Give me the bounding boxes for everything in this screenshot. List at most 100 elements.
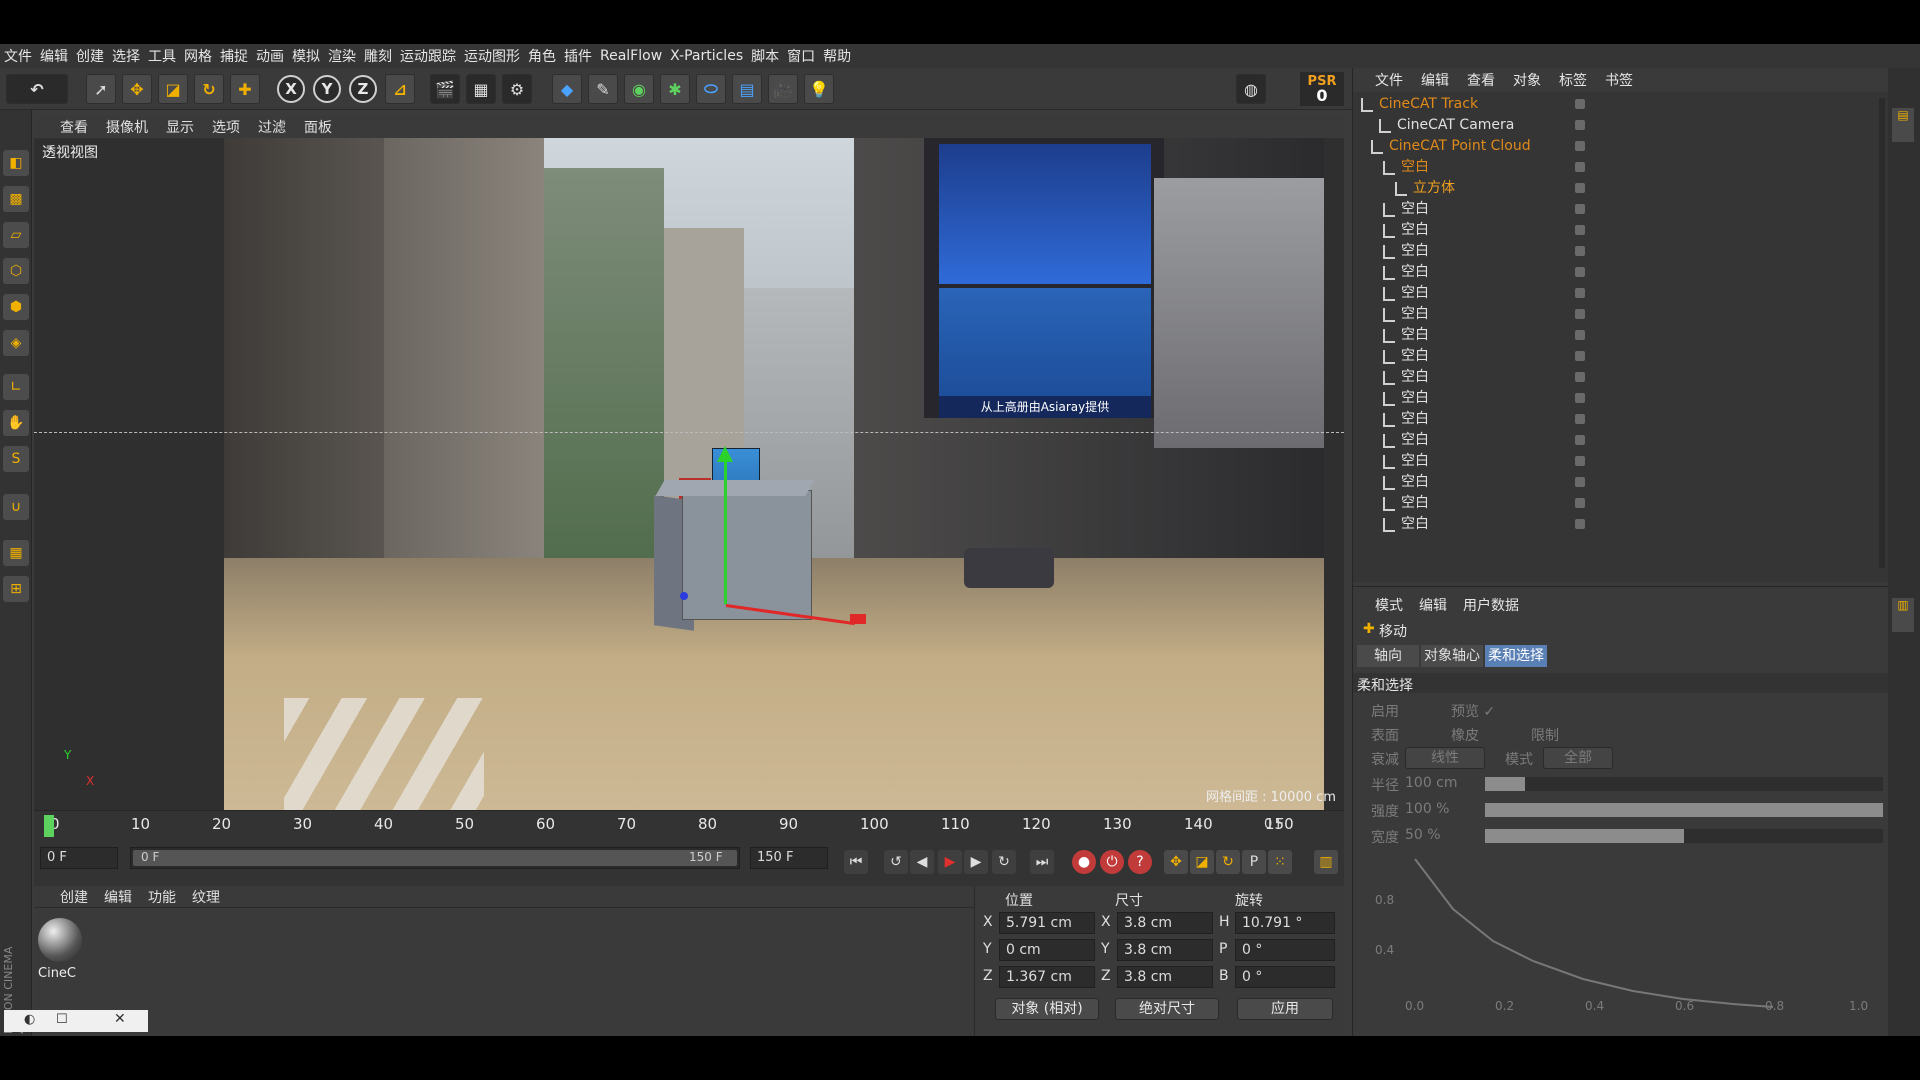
edges-mode-icon[interactable]: ⬢ [3,294,29,320]
visibility-toggle-icon[interactable] [1575,456,1585,466]
grid-icon[interactable]: ▦ [3,540,29,566]
visibility-toggle-icon[interactable] [1575,477,1585,487]
coordinate-system-icon[interactable]: ⊿ [385,74,415,104]
workplane-icon[interactable]: ▱ [3,222,29,248]
rot-p-field[interactable]: 0 ° [1235,939,1335,961]
object-row[interactable]: 空白 [1353,325,1889,346]
viewport[interactable]: 透视视图 从上高册由Asiaray提供 Y X 网格间距: 10000 cm [34,138,1344,810]
object-row[interactable]: 立方体 [1353,178,1889,199]
object-menu-item-3[interactable]: 对象 [1513,70,1541,90]
rubber-checkbox[interactable]: 橡皮 [1451,725,1479,745]
tab-axis[interactable]: 轴向 [1357,645,1419,667]
menu-item-16[interactable]: X-Particles [670,48,751,64]
object-row[interactable]: 空白 [1353,157,1889,178]
timeline-ruler[interactable]: 0 10 20 30 40 50 60 70 80 90 100 110 120 130 140 150 [46,815,1296,839]
visibility-toggle-icon[interactable] [1575,183,1585,193]
minimized-window[interactable]: ◐ ☐ ✕ [4,1010,148,1032]
attribute-menu-item-2[interactable]: 用户数据 [1463,595,1519,615]
points-mode-icon[interactable]: ⬡ [3,258,29,284]
menu-item-10[interactable]: 雕刻 [364,46,400,66]
object-menu-item-1[interactable]: 编辑 [1421,70,1449,90]
axis-x-arrow-icon[interactable] [850,614,866,624]
axis-x-lock-button[interactable]: X [277,75,305,103]
axis-z-handle[interactable] [680,592,688,600]
object-row[interactable]: 空白 [1353,514,1889,535]
restore-icon[interactable]: ☐ [56,1012,68,1027]
object-menu-item-4[interactable]: 标签 [1559,70,1587,90]
object-row[interactable]: 空白 [1353,283,1889,304]
go-to-start-icon[interactable]: ⏮ [844,850,868,874]
menu-item-12[interactable]: 运动图形 [464,46,528,66]
coordinate-mode-select[interactable]: 对象 (相对) [995,998,1099,1020]
generator-icon[interactable]: ◉ [624,74,654,104]
visibility-toggle-icon[interactable] [1575,267,1585,277]
end-frame-field[interactable]: 150 F [750,847,828,869]
object-row[interactable]: 空白 [1353,430,1889,451]
visibility-toggle-icon[interactable] [1575,204,1585,214]
visibility-toggle-icon[interactable] [1575,309,1585,319]
object-row[interactable]: CineCAT Camera [1353,115,1889,136]
visibility-toggle-icon[interactable] [1575,225,1585,235]
key-pla-icon[interactable]: ⁙ [1268,850,1292,874]
preview-range-track[interactable] [133,850,737,866]
record-active-icon[interactable]: ● [1072,850,1096,874]
size-x-field[interactable]: 3.8 cm [1117,912,1213,934]
rot-b-field[interactable]: 0 ° [1235,966,1335,988]
visibility-toggle-icon[interactable] [1575,330,1585,340]
object-row[interactable]: CineCAT Point Cloud [1353,136,1889,157]
menu-item-4[interactable]: 工具 [148,46,184,66]
size-z-field[interactable]: 3.8 cm [1117,966,1213,988]
menu-item-6[interactable]: 捕捉 [220,46,256,66]
menu-item-2[interactable]: 创建 [76,46,112,66]
falloff-select[interactable]: 线性 [1405,747,1485,769]
menu-item-0[interactable]: 文件 [4,46,40,66]
render-picture-viewer-icon[interactable]: ▦ [466,74,496,104]
go-to-end-icon[interactable]: ⏭ [1030,850,1054,874]
axis-y-arrow-icon[interactable] [717,446,733,462]
mode-select[interactable]: 全部 [1543,747,1613,769]
next-key-icon[interactable]: ↻ [992,850,1016,874]
material-menu-item-3[interactable]: 纹理 [192,887,220,907]
menu-item-8[interactable]: 模拟 [292,46,328,66]
pos-z-field[interactable]: 1.367 cm [999,966,1095,988]
tweak-mode-icon[interactable]: ✋ [3,410,29,436]
material-menu-item-1[interactable]: 编辑 [104,887,132,907]
axis-z-lock-button[interactable]: Z [349,75,377,103]
visibility-toggle-icon[interactable] [1575,498,1585,508]
object-row[interactable]: 空白 [1353,472,1889,493]
strength-value[interactable]: 100 % [1405,801,1449,817]
falloff-graph[interactable] [1353,849,1889,1029]
visibility-toggle-icon[interactable] [1575,372,1585,382]
axis-mode-icon[interactable]: ∟ [3,374,29,400]
visibility-toggle-icon[interactable] [1575,351,1585,361]
viewport-menu-item-1[interactable]: 摄像机 [106,117,148,137]
attributes-tab-icon[interactable]: ▥ [1892,598,1914,632]
playhead[interactable] [44,815,54,837]
visibility-toggle-icon[interactable] [1575,435,1585,445]
render-settings-icon[interactable]: ⚙ [502,74,532,104]
object-row[interactable]: 空白 [1353,262,1889,283]
viewport-menu-item-3[interactable]: 选项 [212,117,240,137]
deformer-icon[interactable]: ✱ [660,74,690,104]
camera-icon[interactable]: 🎥 [768,74,798,104]
close-icon[interactable]: ✕ [114,1011,126,1027]
floor-object-icon[interactable]: ▤ [732,74,762,104]
object-list[interactable]: CineCAT Track CineCAT Camera CineCAT Point… [1353,92,1889,582]
move-tool-icon[interactable]: ✥ [122,74,152,104]
visibility-toggle-icon[interactable] [1575,99,1585,109]
key-rotation-icon[interactable]: ↻ [1216,850,1240,874]
add-tool-icon[interactable]: ✚ [230,74,260,104]
start-frame-field[interactable]: 0 F [40,847,118,869]
material-name[interactable]: CineC [38,966,76,981]
menu-item-15[interactable]: RealFlow [600,48,670,64]
menu-item-9[interactable]: 渲染 [328,46,364,66]
make-editable-icon[interactable]: ◧ [3,150,29,176]
play-icon[interactable]: ▶ [938,850,962,874]
rotate-tool-icon[interactable]: ↻ [194,74,224,104]
size-y-field[interactable]: 3.8 cm [1117,939,1213,961]
objects-tab-icon[interactable]: ▤ [1892,108,1914,142]
object-menu-item-0[interactable]: 文件 [1375,70,1403,90]
material-menu-item-2[interactable]: 功能 [148,887,176,907]
object-list-scrollbar[interactable] [1879,98,1885,568]
next-frame-icon[interactable]: ▶ [964,850,988,874]
